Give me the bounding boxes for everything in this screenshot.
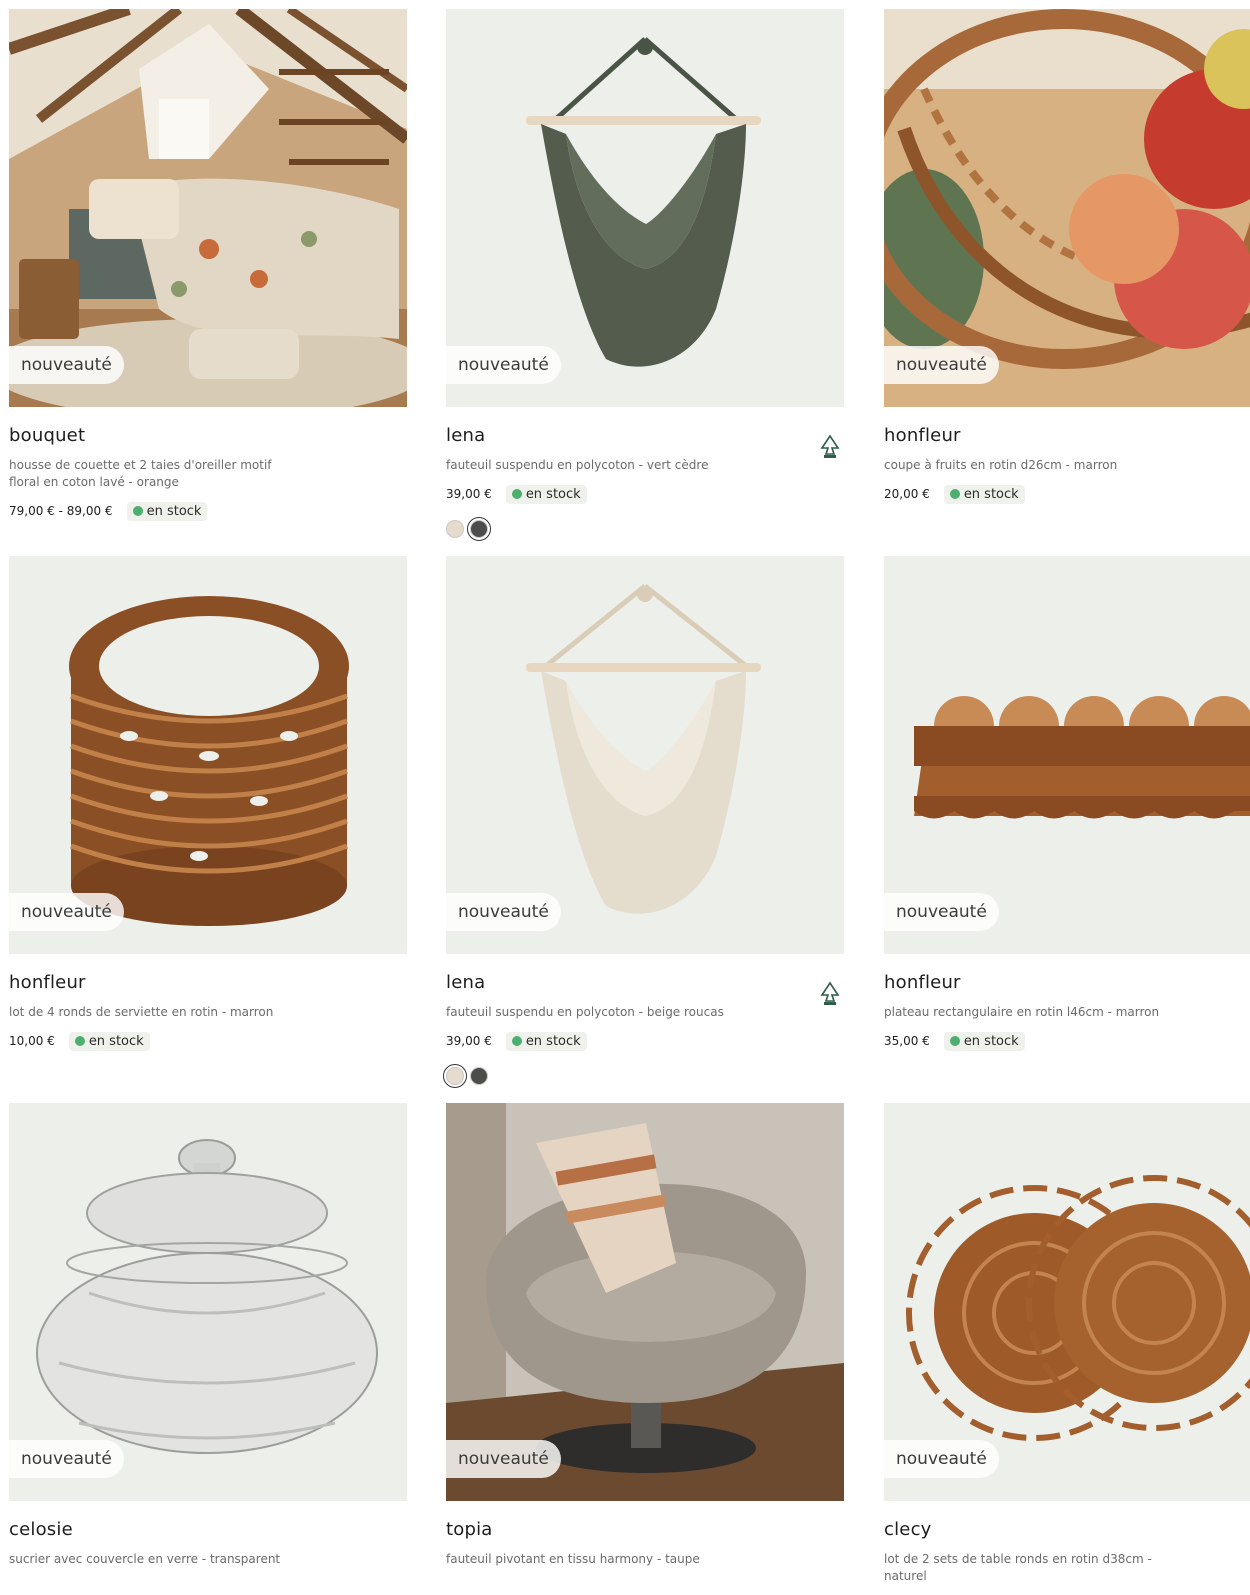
product-title[interactable]: honfleur [9, 972, 407, 996]
stock-badge: en stock [505, 484, 587, 504]
stock-dot-icon [511, 1036, 522, 1046]
new-badge: nouveauté [9, 346, 124, 384]
new-badge: nouveauté [9, 893, 124, 931]
stock-badge: en stock [943, 1031, 1025, 1051]
product-price: 39,00 € [446, 487, 492, 501]
product-title[interactable]: celosie [9, 1519, 407, 1543]
product-price: 10,00 € [9, 1034, 55, 1048]
product-card[interactable]: nouveauté celosie sucrier avec couvercle… [9, 1103, 407, 1568]
product-card[interactable]: nouveauté bouquet housse de couette et 2… [9, 9, 407, 521]
color-swatches [446, 517, 844, 541]
product-title[interactable]: honfleur [884, 972, 1250, 996]
product-card[interactable]: nouveauté honfleur plateau rectangulaire… [884, 556, 1250, 1051]
product-image[interactable]: nouveauté [9, 9, 407, 407]
new-badge: nouveauté [884, 1440, 999, 1478]
product-description: sucrier avec couvercle en verre - transp… [9, 1552, 281, 1566]
new-badge: nouveauté [9, 1440, 124, 1478]
stock-badge: en stock [68, 1031, 150, 1051]
swatch-beige[interactable] [443, 1064, 467, 1088]
new-badge: nouveauté [884, 346, 999, 384]
stock-badge: en stock [943, 484, 1025, 504]
product-price: 79,00 € - 89,00 € [9, 504, 113, 518]
fsc-label-icon [820, 434, 840, 458]
swatch-beige[interactable] [446, 520, 464, 538]
fsc-label-icon [820, 981, 840, 1005]
product-title[interactable]: honfleur [884, 425, 1250, 449]
product-title[interactable]: bouquet [9, 425, 407, 449]
product-price: 35,00 € [884, 1034, 930, 1048]
product-description: fauteuil suspendu en polycoton - vert cè… [446, 458, 709, 472]
color-swatches [443, 1064, 844, 1088]
product-card[interactable]: nouveauté lena fauteuil suspendu en poly… [443, 556, 844, 1088]
product-image[interactable]: nouveauté [446, 1103, 844, 1501]
product-description: lot de 2 sets de table ronds en rotin d3… [884, 1552, 1152, 1583]
product-description: fauteuil pivotant en tissu harmony - tau… [446, 1552, 700, 1566]
product-title[interactable]: lena [446, 972, 844, 996]
product-description: plateau rectangulaire en rotin l46cm - m… [884, 1005, 1160, 1019]
product-image[interactable]: nouveauté [884, 1103, 1250, 1501]
product-title[interactable]: clecy [884, 1519, 1250, 1543]
new-badge: nouveauté [446, 893, 561, 931]
product-price: 20,00 € [884, 487, 930, 501]
product-title[interactable]: lena [446, 425, 844, 449]
stock-badge: en stock [126, 501, 208, 521]
product-description: fauteuil suspendu en polycoton - beige r… [446, 1005, 724, 1019]
stock-dot-icon [132, 506, 143, 516]
product-description: housse de couette et 2 taies d'oreiller … [9, 458, 272, 489]
product-image[interactable]: nouveauté [884, 556, 1250, 954]
stock-dot-icon [74, 1036, 85, 1046]
product-price: 39,00 € [446, 1034, 492, 1048]
product-card[interactable]: nouveauté clecy lot de 2 sets de table r… [884, 1103, 1250, 1585]
new-badge: nouveauté [446, 346, 561, 384]
product-image[interactable]: nouveauté [884, 9, 1250, 407]
stock-badge: en stock [505, 1031, 587, 1051]
stock-dot-icon [949, 489, 960, 499]
swatch-green[interactable] [467, 517, 491, 541]
new-badge: nouveauté [446, 1440, 561, 1478]
product-card[interactable]: nouveauté topia fauteuil pivotant en tis… [446, 1103, 844, 1568]
new-badge: nouveauté [884, 893, 999, 931]
product-image[interactable]: nouveauté [446, 9, 844, 407]
product-description: lot de 4 ronds de serviette en rotin - m… [9, 1005, 274, 1019]
product-image[interactable]: nouveauté [9, 1103, 407, 1501]
swatch-green[interactable] [470, 1067, 488, 1085]
stock-dot-icon [511, 489, 522, 499]
product-card[interactable]: nouveauté lena fauteuil suspendu en poly… [446, 9, 844, 541]
stock-dot-icon [949, 1036, 960, 1046]
product-image[interactable]: nouveauté [446, 556, 844, 954]
product-card[interactable]: nouveauté honfleur lot de 4 ronds de ser… [9, 556, 407, 1051]
product-description: coupe à fruits en rotin d26cm - marron [884, 458, 1118, 472]
product-title[interactable]: topia [446, 1519, 844, 1543]
product-card[interactable]: nouveauté honfleur coupe à fruits en rot… [884, 9, 1250, 504]
product-image[interactable]: nouveauté [9, 556, 407, 954]
